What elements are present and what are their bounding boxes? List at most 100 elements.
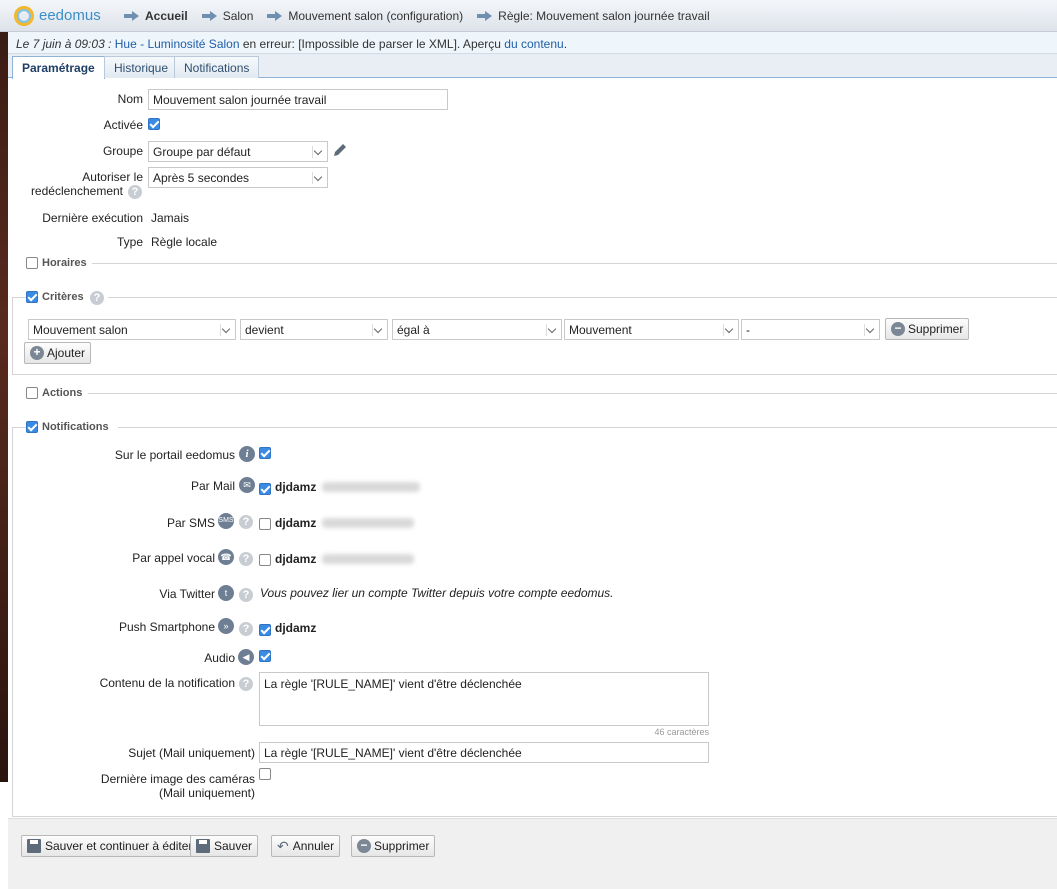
type-label: Type — [116, 235, 143, 249]
speaker-icon: ◀ — [238, 649, 254, 665]
breadcrumb-item-rule: Règle: Mouvement salon journée travail — [477, 9, 710, 23]
notification-message: en erreur: [Impossible de parser le XML]… — [239, 37, 505, 51]
sms-icon: SMS — [218, 513, 234, 529]
criterion-extra-select[interactable]: - — [741, 319, 880, 340]
chevron-down-icon — [546, 324, 558, 336]
tab-notifications[interactable]: Notifications — [174, 56, 260, 78]
arrow-right-icon — [477, 13, 486, 18]
notification-date: Le 7 juin à 09:03 : — [16, 37, 112, 51]
content-preview-link[interactable]: du contenu — [504, 37, 563, 51]
edit-pencil-icon[interactable] — [333, 143, 347, 157]
help-icon[interactable]: ? — [239, 588, 253, 602]
notifications-section-title: Notifications — [42, 421, 109, 433]
portail-checkbox[interactable] — [259, 447, 271, 459]
type-value: Règle locale — [151, 235, 218, 249]
twitter-label: Via Twitter — [159, 587, 215, 601]
info-icon[interactable]: i — [239, 446, 255, 462]
criterion-device-select[interactable]: Mouvement salon — [28, 319, 236, 340]
groupe-label: Groupe — [102, 144, 143, 158]
mail-checkbox[interactable] — [259, 483, 271, 495]
error-notification-bar: Le 7 juin à 09:03 : Hue - Luminosité Sal… — [8, 32, 1057, 54]
twitter-note: Vous pouvez lier un compte Twitter depui… — [260, 586, 614, 600]
arrow-right-icon — [124, 13, 132, 18]
actions-checkbox[interactable] — [26, 387, 38, 399]
audio-checkbox[interactable] — [259, 650, 271, 662]
criteres-checkbox[interactable] — [26, 291, 38, 303]
logo-text: eedomus — [39, 7, 101, 24]
horaires-section-title: Horaires — [42, 257, 87, 269]
criterion-delete-button[interactable]: − Supprimer — [885, 318, 970, 340]
push-checkbox[interactable] — [259, 624, 271, 636]
mail-label: Par Mail — [190, 479, 235, 493]
undo-icon: ↶ — [277, 837, 289, 854]
sujet-label: Sujet (Mail uniquement) — [128, 746, 255, 760]
redacted-phone — [322, 518, 414, 528]
save-button[interactable]: Sauver — [190, 835, 259, 857]
sms-user: djdamz — [275, 516, 317, 530]
appel-user: djdamz — [275, 552, 317, 566]
criterion-value-select[interactable]: Mouvement — [564, 319, 739, 340]
appel-label: Par appel vocal — [132, 551, 215, 565]
push-label: Push Smartphone — [118, 620, 215, 634]
help-icon[interactable]: ? — [239, 677, 253, 691]
cancel-button[interactable]: ↶ Annuler — [271, 835, 341, 857]
activee-label: Activée — [103, 118, 143, 132]
tab-historique[interactable]: Historique — [104, 56, 179, 78]
chevron-down-icon — [372, 324, 384, 336]
sujet-input[interactable]: La règle '[RULE_NAME]' vient d'être décl… — [259, 742, 709, 763]
contenu-label: Contenu de la notification — [99, 676, 235, 690]
chevron-down-icon — [220, 324, 232, 336]
device-link[interactable]: Hue - Luminosité Salon — [115, 37, 240, 51]
contenu-textarea[interactable]: La règle '[RULE_NAME]' vient d'être décl… — [259, 672, 709, 726]
camera-label-line2: (Mail uniquement) — [158, 786, 255, 800]
criterion-verb-select[interactable]: devient — [240, 319, 388, 340]
appel-checkbox[interactable] — [259, 554, 271, 566]
mail-user: djdamz — [275, 480, 317, 494]
help-icon[interactable]: ? — [90, 291, 104, 305]
help-icon[interactable]: ? — [239, 552, 253, 566]
push-user: djdamz — [275, 621, 317, 635]
activee-checkbox[interactable] — [148, 118, 160, 130]
horaires-checkbox[interactable] — [26, 257, 38, 269]
help-icon[interactable]: ? — [128, 185, 142, 199]
tab-parametrage[interactable]: Paramétrage — [12, 56, 105, 79]
top-bar: eedomus Accueil Salon Mouvement salon (c… — [0, 0, 1057, 32]
delete-button[interactable]: − Supprimer — [351, 835, 436, 857]
char-count: 46 caractères — [654, 727, 709, 737]
arrow-right-icon — [201, 13, 210, 18]
phone-icon: ☎ — [218, 549, 234, 565]
floppy-icon — [27, 839, 41, 853]
sms-checkbox[interactable] — [259, 518, 271, 530]
nom-label: Nom — [117, 92, 143, 106]
breadcrumb-item-device[interactable]: Mouvement salon (configuration) — [267, 9, 463, 23]
criterion-add-button[interactable]: + Ajouter — [24, 342, 92, 364]
chevron-down-icon — [312, 146, 324, 158]
camera-checkbox[interactable] — [259, 768, 271, 780]
save-continue-button[interactable]: Sauver et continuer à éditer — [21, 835, 199, 857]
breadcrumb-item-salon[interactable]: Salon — [201, 9, 253, 23]
redacted-email — [322, 482, 420, 492]
divider — [118, 427, 1057, 428]
divider — [88, 393, 1057, 394]
portail-label: Sur le portail eedomus — [114, 448, 235, 462]
redeclenchement-label-line1: Autoriser le — [82, 170, 143, 184]
sms-label: Par SMS — [166, 516, 215, 530]
mail-icon: ✉ — [239, 477, 255, 493]
derniere-execution-label: Dernière exécution — [42, 211, 143, 225]
arrow-right-icon — [267, 13, 276, 18]
notifications-checkbox[interactable] — [26, 421, 38, 433]
chevron-down-icon — [312, 172, 324, 184]
background-strip — [0, 32, 8, 782]
help-icon[interactable]: ? — [239, 515, 253, 529]
help-icon[interactable]: ? — [239, 622, 253, 636]
nom-input[interactable]: Mouvement salon journée travail — [148, 89, 448, 110]
plus-circle-icon: + — [30, 346, 44, 360]
derniere-execution-value: Jamais — [151, 211, 190, 225]
redeclenchement-select[interactable]: Après 5 secondes — [148, 167, 328, 188]
criteres-section-title: Critères — [42, 291, 84, 303]
groupe-select[interactable]: Groupe par défaut — [148, 141, 328, 162]
eedomus-logo[interactable]: eedomus — [14, 5, 124, 26]
breadcrumb-item-accueil[interactable]: Accueil — [124, 9, 188, 23]
criterion-operator-select[interactable]: égal à — [392, 319, 562, 340]
camera-label-line1: Dernière image des caméras — [100, 772, 255, 786]
